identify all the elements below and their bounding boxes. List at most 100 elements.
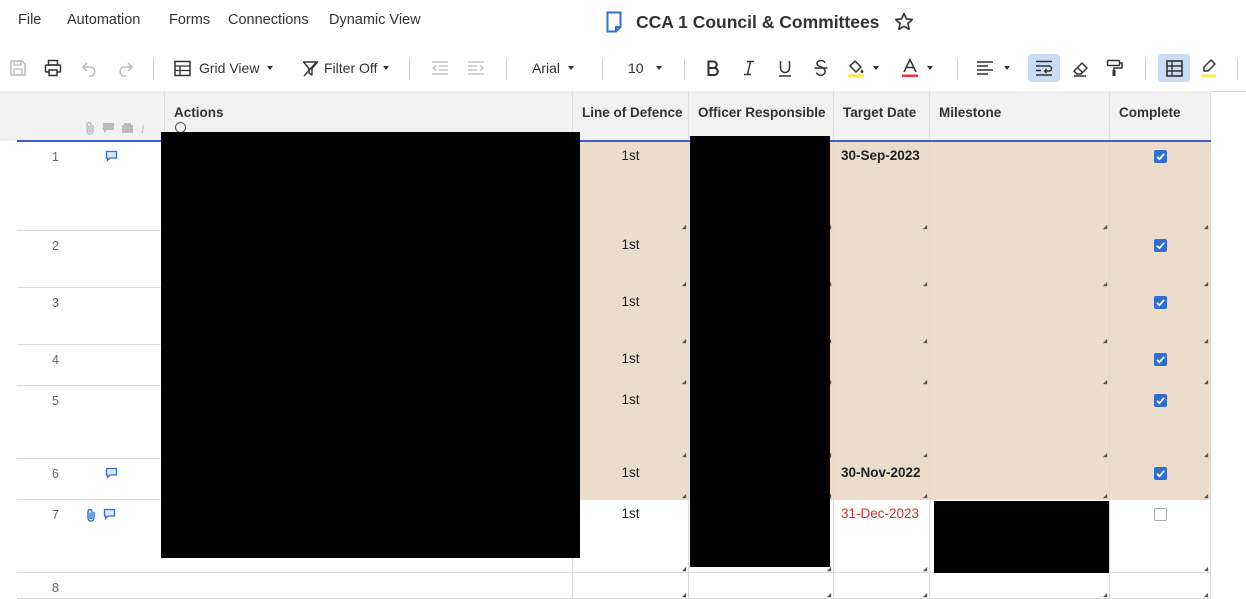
checkbox-checked[interactable] — [1154, 353, 1167, 366]
line-of-defence-value: 1st — [621, 294, 640, 309]
wrap-text-button[interactable] — [1028, 54, 1060, 82]
align-dropdown[interactable] — [976, 54, 1018, 82]
comment-icon[interactable] — [105, 467, 118, 479]
cell-complete[interactable] — [1110, 142, 1211, 231]
menu-forms[interactable]: Forms — [169, 12, 210, 28]
column-header-target-date[interactable]: Target Date — [834, 91, 930, 141]
row-number[interactable]: 1 — [17, 150, 94, 164]
toolbar-divider — [1237, 58, 1238, 80]
cell-corner-marker — [681, 338, 687, 344]
strikethrough-button[interactable] — [810, 54, 832, 82]
save-icon[interactable] — [6, 54, 30, 82]
row-number[interactable]: 5 — [17, 394, 94, 408]
row-indicator-icons — [105, 467, 118, 479]
cell-actions[interactable] — [165, 573, 573, 599]
checkbox-checked[interactable] — [1154, 296, 1167, 309]
column-header-complete[interactable]: Complete — [1110, 91, 1211, 141]
checkbox-checked[interactable] — [1154, 467, 1167, 480]
column-header-milestone[interactable]: Milestone — [930, 91, 1110, 141]
cell-target[interactable]: 30-Nov-2022 — [834, 459, 930, 500]
menu-connections[interactable]: Connections — [228, 12, 309, 28]
checkbox-checked[interactable] — [1154, 394, 1167, 407]
cell-milestone[interactable] — [930, 288, 1110, 345]
cell-target[interactable] — [834, 573, 930, 599]
cell-target[interactable] — [834, 231, 930, 288]
cell-complete[interactable] — [1110, 345, 1211, 386]
highlight-changes-button[interactable] — [1198, 54, 1220, 82]
row-number[interactable]: 4 — [17, 353, 94, 367]
row-number[interactable]: 8 — [17, 581, 94, 595]
table-row[interactable]: 8 — [17, 573, 1211, 599]
cell-target[interactable] — [834, 288, 930, 345]
cell-complete[interactable] — [1110, 573, 1211, 599]
cell-complete[interactable] — [1110, 459, 1211, 500]
checkbox-checked[interactable] — [1154, 239, 1167, 252]
italic-button[interactable] — [738, 54, 760, 82]
column-header-officer-responsible[interactable]: Officer Responsible — [689, 91, 834, 141]
cell-line[interactable]: 1st — [573, 288, 689, 345]
fill-color-dropdown[interactable] — [846, 54, 888, 82]
checkbox-unchecked[interactable] — [1154, 508, 1167, 521]
cell-line[interactable]: 1st — [573, 142, 689, 231]
cell-milestone[interactable] — [930, 573, 1110, 599]
font-size-dropdown[interactable]: 10 — [626, 54, 668, 82]
cell-corner-marker — [1203, 224, 1209, 230]
cell-corner-marker — [1102, 338, 1108, 344]
check-icon — [1156, 356, 1165, 364]
cell-complete[interactable] — [1110, 386, 1211, 459]
cell-officer[interactable] — [689, 573, 834, 599]
menu-file[interactable]: File — [18, 12, 41, 28]
sheet-title[interactable]: CCA 1 Council & Committees — [636, 12, 879, 33]
cell-line[interactable]: 1st — [573, 500, 689, 573]
cell-milestone[interactable] — [930, 459, 1110, 500]
format-painter-button[interactable] — [1104, 54, 1126, 82]
font-family-dropdown[interactable]: Arial — [530, 54, 582, 82]
row-number[interactable]: 3 — [17, 296, 94, 310]
column-header-line-of-defence[interactable]: Line of Defence — [573, 91, 689, 141]
row-number[interactable]: 6 — [17, 467, 94, 481]
bold-button[interactable] — [702, 54, 724, 82]
cell-line[interactable]: 1st — [573, 459, 689, 500]
cell-line[interactable] — [573, 573, 689, 599]
cell-complete[interactable] — [1110, 288, 1211, 345]
cell-target[interactable] — [834, 345, 930, 386]
cell-target[interactable]: 30-Sep-2023 — [834, 142, 930, 231]
text-color-dropdown[interactable] — [900, 54, 942, 82]
cell-milestone[interactable] — [930, 142, 1110, 231]
comment-icon[interactable] — [103, 508, 116, 520]
line-of-defence-value: 1st — [621, 148, 640, 163]
cell-milestone[interactable] — [930, 386, 1110, 459]
align-left-icon — [977, 61, 993, 75]
row-number[interactable]: 7 — [17, 508, 94, 522]
cell-line[interactable]: 1st — [573, 231, 689, 288]
menu-dynamic-view[interactable]: Dynamic View — [329, 12, 421, 28]
comment-icon[interactable] — [105, 150, 118, 162]
favorite-star-icon[interactable] — [893, 11, 915, 33]
row-number[interactable]: 2 — [17, 239, 94, 253]
grid-lines-toggle[interactable] — [1158, 54, 1190, 82]
underline-button[interactable] — [774, 54, 796, 82]
attachment-icon[interactable] — [85, 508, 97, 522]
undo-icon[interactable] — [78, 54, 102, 82]
print-icon[interactable] — [41, 54, 65, 82]
cell-target[interactable]: 31-Dec-2023 — [834, 500, 930, 573]
clear-formatting-button[interactable] — [1069, 54, 1091, 82]
indent-icon[interactable] — [465, 54, 487, 82]
cell-corner-marker — [681, 379, 687, 385]
cell-corner-marker — [681, 452, 687, 458]
cell-line[interactable]: 1st — [573, 345, 689, 386]
filter-dropdown[interactable]: Filter Off — [302, 54, 394, 82]
cell-milestone[interactable] — [930, 231, 1110, 288]
cell-milestone[interactable] — [930, 345, 1110, 386]
cell-complete[interactable] — [1110, 500, 1211, 573]
menu-automation[interactable]: Automation — [67, 12, 140, 28]
cell-target[interactable] — [834, 386, 930, 459]
outdent-icon[interactable] — [429, 54, 451, 82]
cell-corner-marker — [1102, 281, 1108, 287]
checkbox-checked[interactable] — [1154, 150, 1167, 163]
chevron-down-icon — [267, 66, 274, 70]
cell-complete[interactable] — [1110, 231, 1211, 288]
cell-line[interactable]: 1st — [573, 386, 689, 459]
redo-icon[interactable] — [113, 54, 137, 82]
grid-view-dropdown[interactable]: Grid View — [174, 54, 286, 82]
